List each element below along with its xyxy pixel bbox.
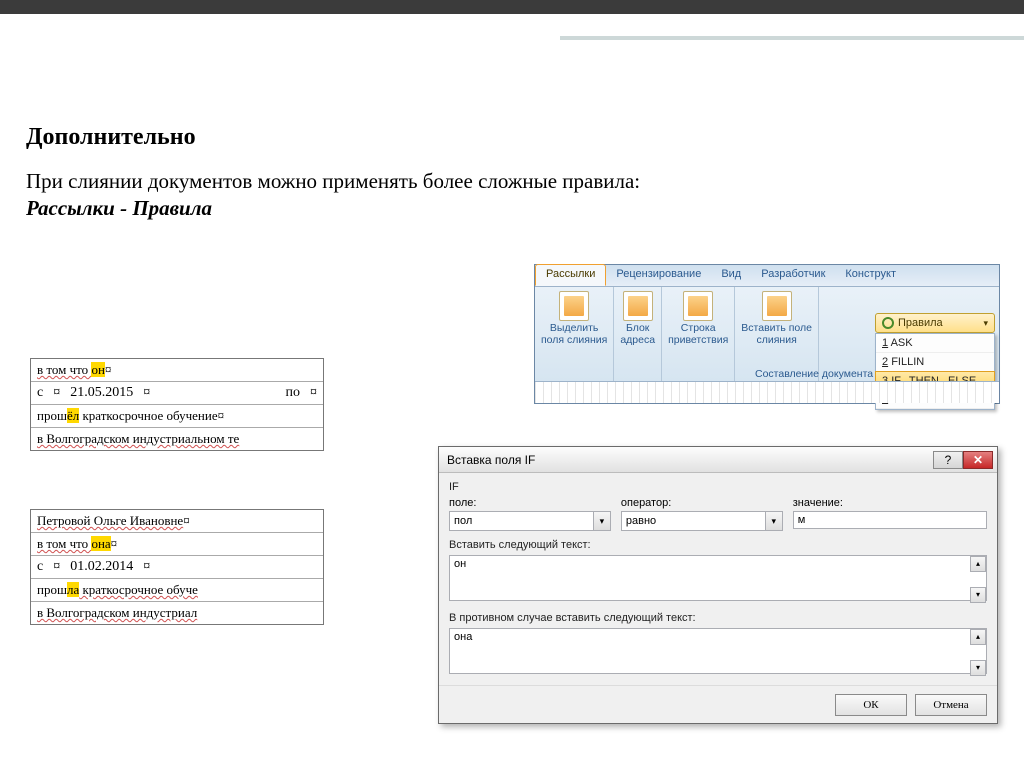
label-false-text: В противном случае вставить следующий те…: [449, 612, 987, 624]
label-compare-value: значение:: [793, 497, 987, 509]
btn-highlight-merge-fields[interactable]: Выделитьполя слияния: [535, 287, 614, 381]
address-block-icon: [623, 291, 653, 321]
merge-sample-male: в том что он¤ с¤21.05.2015¤по¤ прошёл кр…: [30, 358, 324, 451]
sample-text: в Волгоградском индустриал: [37, 605, 197, 620]
tab-design[interactable]: Конструкт: [835, 265, 906, 286]
tab-developer[interactable]: Разработчик: [751, 265, 835, 286]
btn-label: слияния: [757, 334, 797, 346]
scroll-up-button[interactable]: ▴: [970, 629, 986, 645]
dialog-titlebar[interactable]: Вставка поля IF ? ✕: [439, 447, 997, 473]
btn-label: Правила: [898, 317, 943, 329]
top-frame-bar: [0, 0, 1024, 14]
combo-value: пол: [454, 515, 472, 527]
scroll-up-button[interactable]: ▴: [970, 556, 986, 572]
operator-combobox[interactable]: равно ▾: [621, 511, 783, 531]
chevron-down-icon: ▾: [765, 512, 782, 530]
label-operator: оператор:: [621, 497, 783, 509]
sample-text: с: [37, 385, 43, 401]
word-ribbon: Рассылки Рецензирование Вид Разработчик …: [534, 264, 1000, 404]
scroll-down-button[interactable]: ▾: [970, 660, 986, 676]
dialog-title: Вставка поля IF: [447, 453, 535, 467]
rules-icon: [882, 317, 894, 329]
word-ruler[interactable]: [535, 381, 999, 403]
sample-highlight: она: [91, 536, 110, 551]
btn-label: адреса: [620, 334, 655, 346]
btn-greeting-line[interactable]: Строкаприветствия: [662, 287, 735, 381]
sample-text: в том что: [37, 536, 91, 551]
chevron-down-icon: ▾: [983, 318, 988, 329]
sample-highlight: ёл: [67, 408, 79, 423]
rules-dropdown-button[interactable]: Правила ▾: [875, 313, 995, 333]
field-combobox[interactable]: пол ▾: [449, 511, 611, 531]
label-field: поле:: [449, 497, 611, 509]
sample-highlight: он: [91, 362, 104, 377]
label-true-text: Вставить следующий текст:: [449, 539, 987, 551]
ok-button[interactable]: ОК: [835, 694, 907, 716]
btn-label: Выделить: [550, 322, 598, 334]
btn-address-block[interactable]: Блокадреса: [614, 287, 662, 381]
true-text-textarea[interactable]: [449, 555, 987, 601]
insert-if-field-dialog: Вставка поля IF ? ✕ IF поле: пол ▾ операт…: [438, 446, 998, 724]
sample-text: Петровой Ольге Ивановне: [37, 513, 183, 528]
close-button[interactable]: ✕: [963, 451, 993, 469]
cancel-button[interactable]: Отмена: [915, 694, 987, 716]
sample-date: 01.02.2014: [70, 559, 133, 575]
scroll-down-button[interactable]: ▾: [970, 587, 986, 603]
slide-path: Рассылки - Правила: [26, 196, 998, 221]
sample-text: прош: [37, 582, 67, 597]
btn-label: приветствия: [668, 334, 728, 346]
sample-text: краткосрочное обуче: [79, 582, 198, 597]
menu-item-ask[interactable]: 1 ASK: [876, 334, 994, 353]
slide-body: Дополнительно При слиянии документов мож…: [0, 40, 1024, 221]
menu-item-fillin[interactable]: 2 FILLIN: [876, 353, 994, 372]
sample-text: в том что: [37, 362, 91, 377]
tab-mailings[interactable]: Рассылки: [535, 264, 606, 286]
btn-label: Строка: [681, 322, 716, 334]
combo-value: равно: [626, 515, 656, 527]
slide-heading: Дополнительно: [26, 124, 998, 151]
btn-label: Блок: [626, 322, 649, 334]
false-text-textarea[interactable]: [449, 628, 987, 674]
insert-merge-field-icon: [762, 291, 792, 321]
btn-label: поля слияния: [541, 334, 607, 346]
sample-highlight: ла: [67, 582, 79, 597]
sample-text: краткосрочное обучение: [79, 408, 217, 423]
chevron-down-icon: ▾: [593, 512, 610, 530]
tab-review[interactable]: Рецензирование: [606, 265, 711, 286]
tab-view[interactable]: Вид: [711, 265, 751, 286]
btn-label: Вставить поле: [741, 322, 812, 334]
decorative-rule: [0, 36, 1024, 40]
ribbon-tabs: Рассылки Рецензирование Вид Разработчик …: [535, 265, 999, 287]
sample-text: по: [286, 385, 301, 401]
document-highlight-icon: [559, 291, 589, 321]
merge-sample-female: Петровой Ольге Ивановне¤ в том что она¤ …: [30, 509, 324, 625]
slide-intro: При слиянии документов можно применять б…: [26, 169, 998, 194]
greeting-line-icon: [683, 291, 713, 321]
sample-text: прош: [37, 408, 67, 423]
sample-text: в Волгоградском индустриальном те: [37, 431, 239, 446]
compare-value-input[interactable]: [793, 511, 987, 529]
if-section-label: IF: [449, 481, 987, 493]
sample-date: 21.05.2015: [70, 385, 133, 401]
sample-text: с: [37, 559, 43, 575]
help-button[interactable]: ?: [933, 451, 963, 469]
btn-insert-merge-field[interactable]: Вставить полеслияния: [735, 287, 819, 381]
